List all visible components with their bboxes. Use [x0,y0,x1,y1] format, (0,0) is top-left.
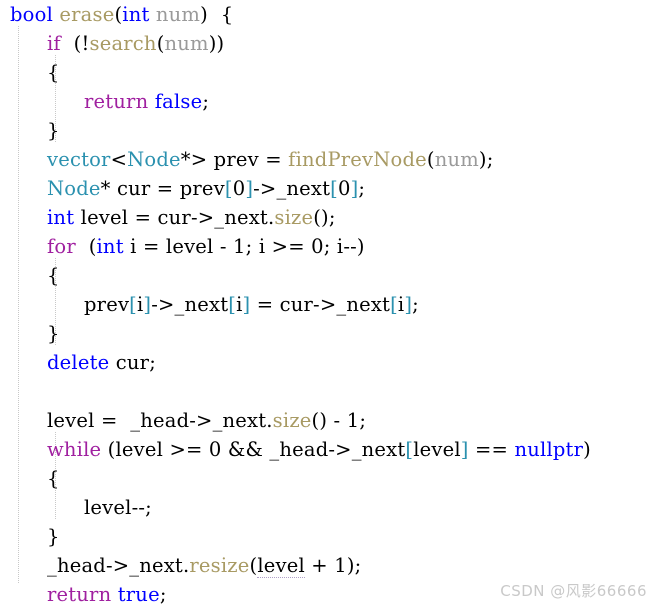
code-token: search [89,32,157,55]
code-token: num [164,32,209,55]
code-token: bool [10,3,53,26]
code-line[interactable]: prev[i]->_next[i] = cur->_next[i]; [0,290,657,319]
code-token: ( [75,235,97,258]
code-line[interactable]: _head->_next.resize(level + 1); [0,551,657,580]
code-token: == [468,438,515,461]
code-token: + 1); [304,554,362,577]
code-token: ; [358,177,366,200]
code-token: delete [47,351,110,374]
code-token: ] [245,177,254,200]
code-token: ; [159,583,167,606]
code-token: findPrevNode [288,148,427,171]
code-token: [ [330,177,338,200]
code-token: () - 1; [311,409,367,432]
code-token: cur; [109,351,156,374]
code-token: ] [404,293,413,316]
code-line[interactable]: level--; [0,493,657,522]
code-token: size [272,409,312,432]
code-token: ( [156,32,165,55]
code-token: for [47,235,76,258]
code-token: [ [228,293,237,316]
code-token: 0 [337,177,351,200]
code-line[interactable]: return false; [0,87,657,116]
code-line[interactable]: { [0,58,657,87]
code-token: ( [426,148,435,171]
code-token: ); [478,148,494,171]
code-token: level [413,438,461,461]
code-token: { [47,467,60,490]
code-token: 0 [232,177,246,200]
code-token: size [274,206,314,229]
code-token: return [47,583,112,606]
code-line[interactable]: delete cur; [0,348,657,377]
code-token: ] [460,438,469,461]
code-token: [ [224,177,233,200]
code-line[interactable]: } [0,609,657,613]
code-token: ; [202,90,210,113]
code-line[interactable]: int level = cur->_next.size(); [0,203,657,232]
code-screenshot: bool erase(int num) {if (!search(num)){r… [0,0,657,613]
code-token: < [110,148,128,171]
code-token: } [47,322,60,345]
code-line[interactable] [0,377,657,406]
code-token: [ [390,293,398,316]
code-token: ->_next [253,177,331,200]
code-token: _head->_next. [47,554,190,577]
code-token: erase [59,3,115,26]
code-token: *> prev = [180,148,289,171]
code-token: level--; [84,496,152,519]
code-token: if [47,32,61,55]
code-line[interactable]: for (int i = level - 1; i >= 0; i--) [0,232,657,261]
code-token: level = cur->_next. [74,206,275,229]
code-token: while [47,438,102,461]
code-token: int [47,206,75,229]
code-token: { [47,61,60,84]
code-token: ; [412,293,419,316]
code-token: { [47,264,60,287]
code-line[interactable]: if (!search(num)) [0,29,657,58]
code-line[interactable]: } [0,319,657,348]
code-token: vector [47,148,111,171]
code-token: )) [208,32,225,55]
code-token: int [96,235,124,258]
code-token: (); [313,206,336,229]
code-token: true [117,583,160,606]
code-line[interactable]: level = _head->_next.size() - 1; [0,406,657,435]
code-line[interactable]: { [0,261,657,290]
code-token: (level >= 0 && _head->_next [101,438,406,461]
code-token: num [434,148,479,171]
code-line[interactable]: vector<Node*> prev = findPrevNode(num); [0,145,657,174]
code-token: * cur = prev [100,177,225,200]
code-token: return [84,90,149,113]
code-line[interactable]: } [0,522,657,551]
code-token: = cur->_next [250,293,391,316]
csdn-watermark: CSDN @风影66666 [500,582,647,600]
code-token: ) [200,3,208,26]
code-token: nullptr [514,438,584,461]
code-token: false [154,90,203,113]
code-line[interactable]: } [0,116,657,145]
code-token: num [155,3,201,26]
code-token: level [257,554,305,578]
code-token: prev [84,293,130,316]
code-token: i = level - 1; i >= 0; i--) [123,235,365,258]
code-token: Node [127,148,181,171]
code-line[interactable]: { [0,464,657,493]
code-token: resize [189,554,250,577]
code-line[interactable]: Node* cur = prev[0]->_next[0]; [0,174,657,203]
code-line[interactable]: while (level >= 0 && _head->_next[level]… [0,435,657,464]
code-token: } [47,119,60,142]
code-token: ) [583,438,591,461]
code-token: Node [47,177,101,200]
code-token: int [122,3,150,26]
code-token: level = _head->_next. [47,409,273,432]
code-token: { [207,3,234,26]
code-token: (! [60,32,90,55]
code-token: [ [129,293,137,316]
code-token: ->_next [151,293,229,316]
code-token: } [47,525,60,548]
code-line[interactable]: bool erase(int num) { [0,0,657,29]
code-block[interactable]: bool erase(int num) {if (!search(num)){r… [0,0,657,613]
